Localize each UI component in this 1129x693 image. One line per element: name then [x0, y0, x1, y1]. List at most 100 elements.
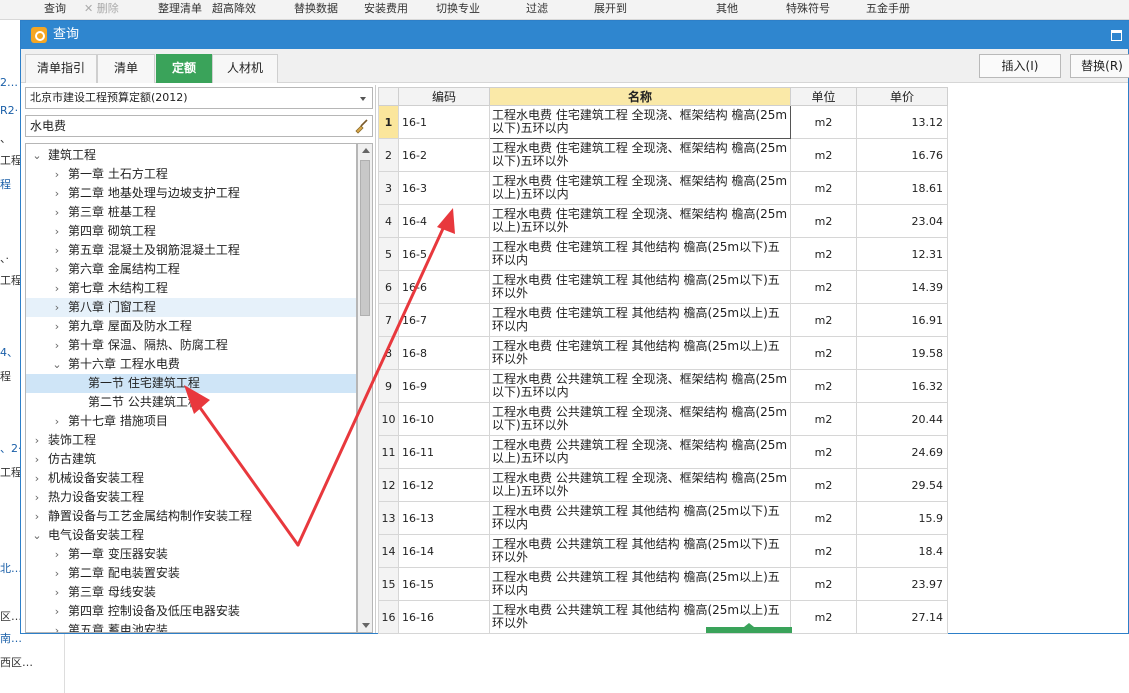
- tree-node[interactable]: › 第六章 金属结构工程: [26, 260, 356, 279]
- unit-cell[interactable]: m2: [790, 369, 857, 403]
- tree-scrollbar[interactable]: [357, 143, 373, 633]
- broom-icon[interactable]: [353, 118, 369, 134]
- chevron-right-icon[interactable]: ›: [32, 450, 42, 469]
- code-cell[interactable]: 16-11: [398, 435, 490, 469]
- chevron-right-icon[interactable]: ›: [52, 222, 62, 241]
- price-cell[interactable]: 20.44: [856, 402, 948, 436]
- price-cell[interactable]: 27.14: [856, 600, 948, 634]
- unit-cell[interactable]: m2: [790, 534, 857, 568]
- unit-cell[interactable]: m2: [790, 171, 857, 205]
- code-cell[interactable]: 16-9: [398, 369, 490, 403]
- price-cell[interactable]: 14.39: [856, 270, 948, 304]
- code-cell[interactable]: 16-12: [398, 468, 490, 502]
- name-cell[interactable]: 工程水电费 公共建筑工程 其他结构 檐高(25m以下)五环以外: [489, 534, 791, 568]
- unit-cell[interactable]: m2: [790, 501, 857, 535]
- tree-node[interactable]: › 第三章 桩基工程: [26, 203, 356, 222]
- chevron-right-icon[interactable]: ›: [52, 336, 62, 355]
- bg-left-item[interactable]: 工程: [0, 464, 20, 480]
- name-cell[interactable]: 工程水电费 公共建筑工程 全现浇、框架结构 檐高(25m以下)五环以内: [489, 369, 791, 403]
- bg-left-item[interactable]: 工程: [0, 272, 20, 288]
- table-row[interactable]: 4 16-4 工程水电费 住宅建筑工程 全现浇、框架结构 檐高(25m以上)五环以外…: [378, 204, 948, 238]
- unit-cell[interactable]: m2: [790, 204, 857, 238]
- unit-cell[interactable]: m2: [790, 336, 857, 370]
- chevron-right-icon[interactable]: ›: [52, 602, 62, 621]
- name-cell[interactable]: 工程水电费 住宅建筑工程 全现浇、框架结构 檐高(25m以上)五环以内: [489, 171, 791, 205]
- bg-replace-data-button[interactable]: 替换数据: [294, 2, 338, 18]
- header-code[interactable]: 编码: [398, 87, 490, 106]
- price-cell[interactable]: 29.54: [856, 468, 948, 502]
- bg-query-button[interactable]: 查询: [44, 2, 66, 18]
- unit-cell[interactable]: m2: [790, 435, 857, 469]
- price-cell[interactable]: 16.32: [856, 369, 948, 403]
- name-cell[interactable]: 工程水电费 住宅建筑工程 其他结构 檐高(25m以上)五环以内: [489, 303, 791, 337]
- unit-cell[interactable]: m2: [790, 303, 857, 337]
- code-cell[interactable]: 16-16: [398, 600, 490, 634]
- header-price[interactable]: 单价: [856, 87, 948, 106]
- bg-organize-list-button[interactable]: 整理清单: [158, 2, 202, 18]
- name-cell[interactable]: 工程水电费 住宅建筑工程 全现浇、框架结构 檐高(25m以下)五环以外: [489, 138, 791, 172]
- chevron-right-icon[interactable]: ›: [52, 203, 62, 222]
- row-number[interactable]: 14: [378, 534, 399, 568]
- bg-bottom-item[interactable]: 区…: [0, 608, 22, 624]
- price-cell[interactable]: 13.12: [856, 105, 948, 139]
- chevron-right-icon[interactable]: ›: [52, 165, 62, 184]
- scrollbar-thumb[interactable]: [360, 160, 370, 316]
- name-cell[interactable]: 工程水电费 住宅建筑工程 其他结构 檐高(25m以下)五环以内: [489, 237, 791, 271]
- bg-left-item[interactable]: 程: [0, 368, 20, 384]
- code-cell[interactable]: 16-13: [398, 501, 490, 535]
- name-cell[interactable]: 工程水电费 住宅建筑工程 全现浇、框架结构 檐高(25m以上)五环以外: [489, 204, 791, 238]
- chevron-right-icon[interactable]: ›: [52, 317, 62, 336]
- code-cell[interactable]: 16-7: [398, 303, 490, 337]
- row-number[interactable]: 11: [378, 435, 399, 469]
- bg-expand-to-button[interactable]: 展开到: [594, 2, 627, 18]
- code-cell[interactable]: 16-10: [398, 402, 490, 436]
- tree-node[interactable]: › 第五章 蓄电池安装: [26, 621, 356, 632]
- table-row[interactable]: 7 16-7 工程水电费 住宅建筑工程 其他结构 檐高(25m以上)五环以内 m2 16…: [378, 303, 948, 337]
- code-cell[interactable]: 16-1: [398, 105, 490, 139]
- bg-left-item[interactable]: 、·: [0, 250, 20, 266]
- chevron-right-icon[interactable]: ›: [52, 583, 62, 602]
- tree-node[interactable]: › 第九章 屋面及防水工程: [26, 317, 356, 336]
- tree-node[interactable]: › 第十七章 措施项目: [26, 412, 356, 431]
- price-cell[interactable]: 23.04: [856, 204, 948, 238]
- table-row[interactable]: 9 16-9 工程水电费 公共建筑工程 全现浇、框架结构 檐高(25m以下)五环以内…: [378, 369, 948, 403]
- tab-list-guide[interactable]: 清单指引: [25, 54, 97, 83]
- maximize-icon[interactable]: [1110, 28, 1122, 41]
- bg-left-item[interactable]: 2…: [0, 76, 20, 89]
- row-number[interactable]: 8: [378, 336, 399, 370]
- unit-cell[interactable]: m2: [790, 138, 857, 172]
- tree-node[interactable]: 第二节 公共建筑工程: [26, 393, 356, 412]
- name-cell[interactable]: 工程水电费 住宅建筑工程 全现浇、框架结构 檐高(25m以下)五环以内: [489, 105, 791, 139]
- unit-cell[interactable]: m2: [790, 237, 857, 271]
- chevron-down-icon[interactable]: ⌄: [32, 526, 42, 545]
- table-row[interactable]: 16 16-16 工程水电费 公共建筑工程 其他结构 檐高(25m以上)五环以外 m2…: [378, 600, 948, 634]
- row-number[interactable]: 15: [378, 567, 399, 601]
- bg-left-item[interactable]: 程: [0, 176, 20, 192]
- chevron-down-icon[interactable]: ⌄: [52, 355, 62, 374]
- tree-node[interactable]: › 仿古建筑: [26, 450, 356, 469]
- code-cell[interactable]: 16-15: [398, 567, 490, 601]
- chevron-right-icon[interactable]: ›: [52, 298, 62, 317]
- bg-bottom-item[interactable]: 西区…: [0, 654, 33, 670]
- chevron-right-icon[interactable]: ›: [32, 469, 42, 488]
- chevron-right-icon[interactable]: ›: [52, 545, 62, 564]
- code-cell[interactable]: 16-8: [398, 336, 490, 370]
- name-cell[interactable]: 工程水电费 住宅建筑工程 其他结构 檐高(25m以下)五环以外: [489, 270, 791, 304]
- unit-cell[interactable]: m2: [790, 567, 857, 601]
- bg-left-item[interactable]: 、: [0, 130, 20, 146]
- bg-other-button[interactable]: 其他: [716, 2, 738, 18]
- table-row[interactable]: 1 16-1 工程水电费 住宅建筑工程 全现浇、框架结构 檐高(25m以下)五环以内…: [378, 105, 948, 139]
- price-cell[interactable]: 18.4: [856, 534, 948, 568]
- code-cell[interactable]: 16-6: [398, 270, 490, 304]
- price-cell[interactable]: 16.91: [856, 303, 948, 337]
- row-number[interactable]: 13: [378, 501, 399, 535]
- tab-labor-material-machine[interactable]: 人材机: [212, 54, 278, 83]
- tree-node[interactable]: › 第四章 控制设备及低压电器安装: [26, 602, 356, 621]
- code-cell[interactable]: 16-2: [398, 138, 490, 172]
- bg-switch-major-button[interactable]: 切换专业: [436, 2, 480, 18]
- chevron-right-icon[interactable]: ›: [52, 621, 62, 632]
- row-number[interactable]: 7: [378, 303, 399, 337]
- table-row[interactable]: 5 16-5 工程水电费 住宅建筑工程 其他结构 檐高(25m以下)五环以内 m2 12…: [378, 237, 948, 271]
- name-cell[interactable]: 工程水电费 公共建筑工程 全现浇、框架结构 檐高(25m以上)五环以外: [489, 468, 791, 502]
- chevron-right-icon[interactable]: ›: [52, 241, 62, 260]
